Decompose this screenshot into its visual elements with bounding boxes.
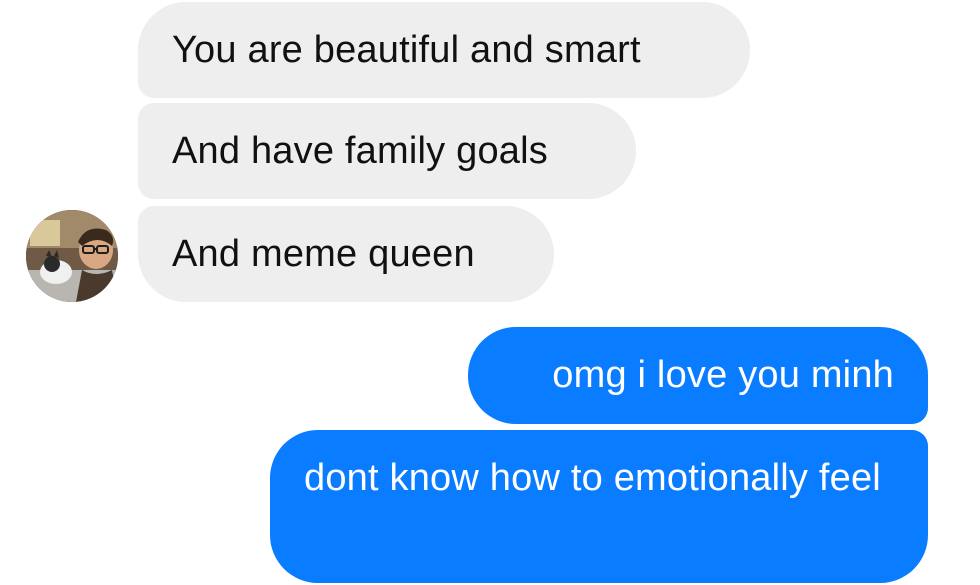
- message-text: dont know how to emotionally feel: [304, 457, 881, 499]
- message-text: And meme queen: [172, 233, 475, 275]
- incoming-message-bubble[interactable]: And have family goals: [138, 103, 636, 199]
- outgoing-message-bubble[interactable]: dont know how to emotionally feel: [270, 430, 928, 583]
- contact-avatar[interactable]: [26, 210, 118, 302]
- message-text: omg i love you minh: [552, 354, 894, 396]
- message-text: And have family goals: [172, 130, 548, 172]
- avatar-photo-icon: [26, 210, 118, 302]
- message-text: You are beautiful and smart: [172, 29, 641, 71]
- message-thread: You are beautiful and smart And have fam…: [0, 0, 980, 585]
- incoming-message-bubble[interactable]: You are beautiful and smart: [138, 2, 750, 98]
- incoming-message-bubble[interactable]: And meme queen: [138, 206, 554, 302]
- outgoing-message-bubble[interactable]: omg i love you minh: [468, 327, 928, 424]
